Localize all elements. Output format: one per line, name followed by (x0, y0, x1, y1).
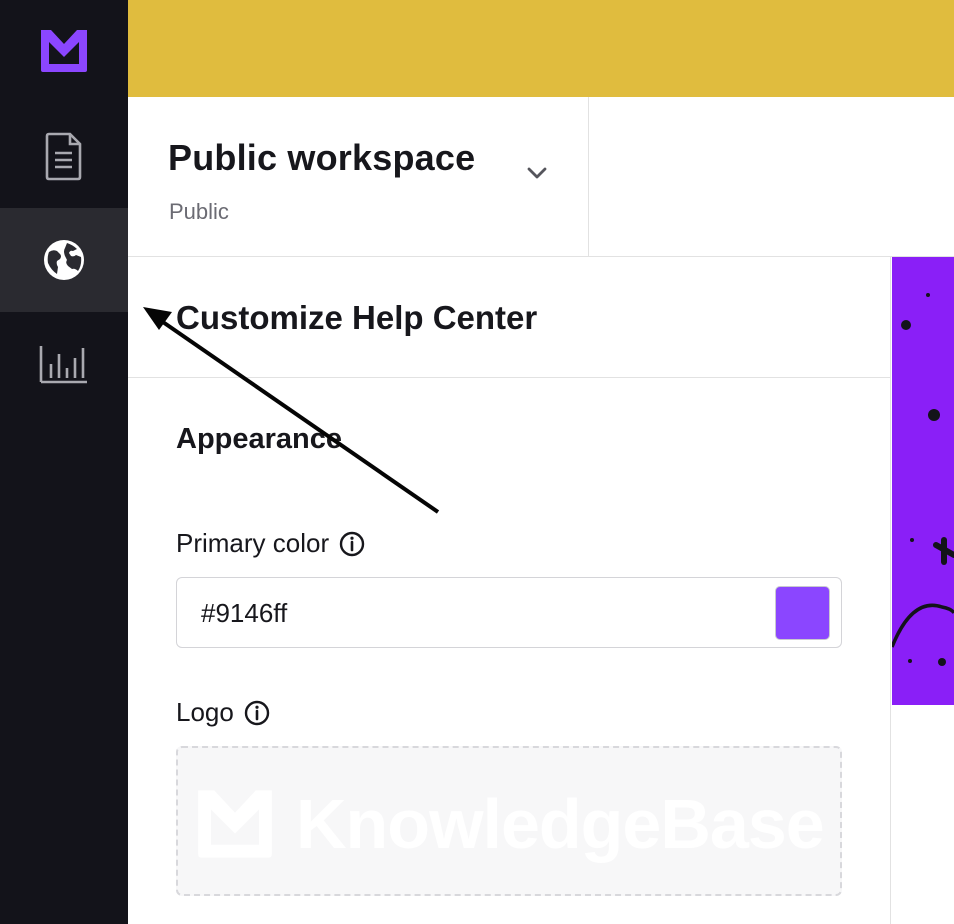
bar-chart-icon (39, 346, 87, 384)
customize-panel: Customize Help Center Appearance Primary… (128, 257, 891, 924)
knowledgebase-logo-icon (198, 790, 272, 858)
sidebar-item-help-center[interactable] (0, 208, 128, 312)
chevron-down-icon[interactable] (526, 165, 548, 181)
logo-label: Logo (176, 697, 270, 728)
logo-wordmark: KnowledgeBase (296, 785, 825, 863)
logo-label-text: Logo (176, 697, 234, 727)
globe-icon (44, 240, 84, 280)
info-icon[interactable] (244, 700, 270, 726)
decorative-pattern-icon (892, 293, 954, 666)
workspace-title: Public workspace (168, 137, 476, 178)
primary-color-field[interactable] (176, 577, 842, 648)
section-title-appearance: Appearance (176, 423, 343, 455)
panel-title: Customize Help Center (176, 299, 538, 336)
panel-header: Customize Help Center (128, 257, 891, 378)
workspace-visibility: Public (169, 199, 229, 224)
primary-color-input[interactable] (201, 598, 721, 629)
document-icon (45, 132, 82, 181)
workspace-switcher[interactable]: Public workspace Public (128, 97, 589, 257)
help-center-preview (892, 257, 954, 705)
primary-color-label-text: Primary color (176, 528, 330, 558)
top-banner (128, 0, 954, 97)
primary-color-label: Primary color (176, 528, 365, 559)
logo-preview: KnowledgeBase (190, 784, 825, 864)
sidebar-item-articles[interactable] (0, 104, 128, 208)
logo-upload-dropzone[interactable]: KnowledgeBase (176, 746, 842, 896)
info-icon[interactable] (339, 531, 365, 557)
app-logo-icon[interactable] (36, 26, 92, 76)
header-empty-area (589, 97, 954, 257)
app-root: Public workspace Public Customize Help C… (0, 0, 954, 924)
primary-color-swatch[interactable] (775, 586, 830, 640)
sidebar (0, 0, 128, 924)
sidebar-item-analytics[interactable] (0, 312, 128, 416)
